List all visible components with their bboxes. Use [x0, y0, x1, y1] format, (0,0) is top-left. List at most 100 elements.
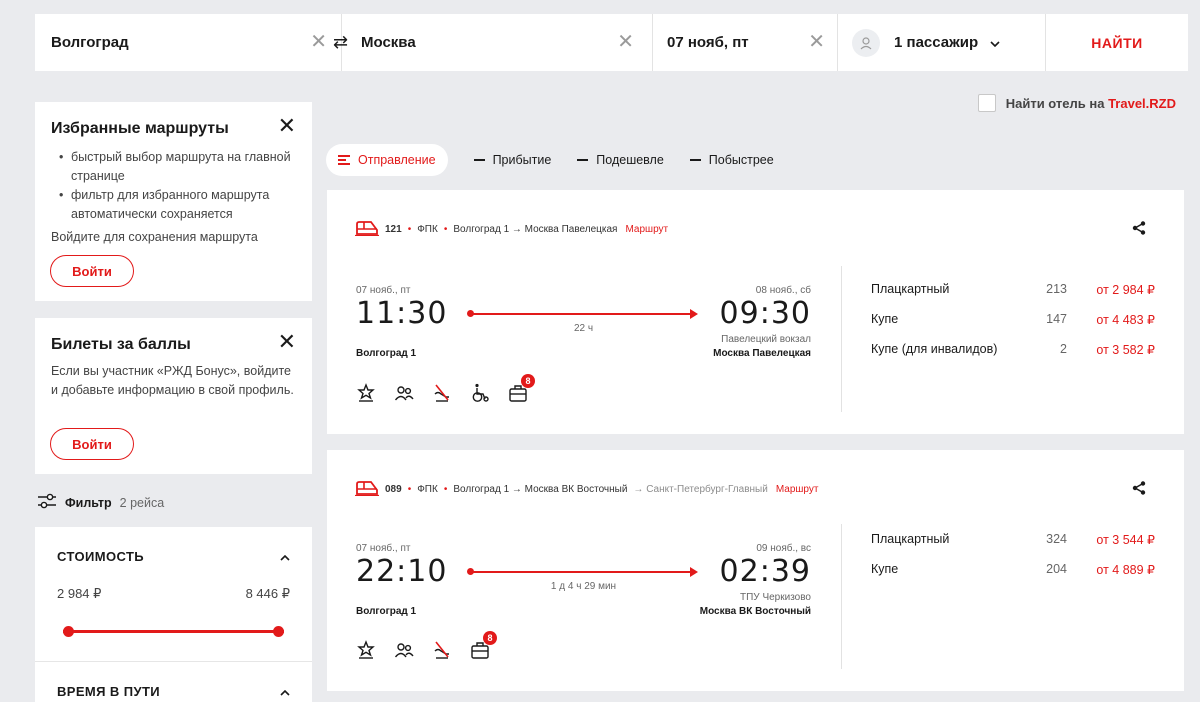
- date-field[interactable]: 07 нояб, пт ✕: [653, 14, 838, 71]
- fare-row[interactable]: Купе 147 от 4 483 ₽: [871, 304, 1155, 334]
- slider-max-handle[interactable]: [273, 626, 284, 637]
- luggage-icon[interactable]: 8: [470, 631, 497, 665]
- divider: [841, 524, 842, 669]
- passengers-value: 1 пассажир: [894, 34, 979, 51]
- no-pets-icon[interactable]: [432, 640, 452, 665]
- clear-date-icon[interactable]: ✕: [808, 32, 825, 52]
- route-line: [467, 567, 698, 577]
- train-icon: [355, 480, 379, 499]
- separator-dot: •: [443, 224, 448, 235]
- arrival-date: 08 нояб., сб: [755, 285, 811, 296]
- people-icon[interactable]: [394, 640, 414, 665]
- price-range: 2 984 ₽ 8 446 ₽: [57, 586, 290, 602]
- from-value: Волгоград: [51, 34, 129, 51]
- luggage-icon[interactable]: 8: [508, 374, 535, 408]
- train-via: → Санкт-Петербург-Главный: [633, 484, 768, 495]
- chevron-down-icon: [990, 36, 1000, 50]
- train-route: Волгоград 1 → Москва ВК Восточный: [453, 484, 628, 495]
- fare-row[interactable]: Плацкартный 324 от 3 544 ₽: [871, 524, 1155, 554]
- price-slider[interactable]: [63, 626, 284, 637]
- login-button[interactable]: Войти: [50, 428, 134, 460]
- hotel-checkbox[interactable]: [977, 94, 996, 112]
- luggage-badge: 8: [483, 631, 497, 645]
- train-icon: [355, 220, 379, 239]
- share-icon[interactable]: [1132, 221, 1146, 240]
- fare-price: от 4 483 ₽: [1096, 312, 1155, 327]
- cost-filter-header[interactable]: СТОИМОСТЬ: [57, 549, 290, 564]
- clear-from-icon[interactable]: ✕: [310, 32, 327, 52]
- fare-price: от 3 544 ₽: [1096, 532, 1155, 547]
- fare-class: Плацкартный: [871, 282, 950, 296]
- train-card: 121 • ФПК • Волгоград 1 → Москва Павелец…: [327, 190, 1184, 434]
- login-button[interactable]: Войти: [50, 255, 134, 287]
- to-value: Москва: [361, 34, 416, 51]
- bonus-text: Если вы участник «РЖД Бонус», войдите и …: [51, 364, 294, 397]
- price-max: 8 446 ₽: [245, 586, 290, 601]
- hotel-option[interactable]: Найти отель на Travel.RZD: [977, 94, 1176, 112]
- travel-duration: 22 ч: [573, 323, 594, 334]
- sort-faster[interactable]: Побыстрее: [689, 153, 774, 167]
- arrival-date: 09 нояб., вс: [756, 543, 811, 554]
- sort-departure[interactable]: Отправление: [326, 144, 448, 176]
- hotel-brand: Travel.RZD: [1108, 95, 1176, 111]
- duration-filter-title: ВРЕМЯ В ПУТИ: [57, 684, 161, 699]
- amenities: 8: [356, 374, 535, 408]
- search-bar: Волгоград ✕ ⇄ Москва ✕ 07 нояб, пт ✕ 1 п…: [35, 14, 1188, 71]
- train-route: Волгоград 1 → Москва Павелецкая: [453, 224, 618, 235]
- arrival-terminal: ТПУ Черкизово: [740, 592, 811, 603]
- fare-list: Плацкартный 213 от 2 984 ₽ Купе 147 от 4 483…: [871, 274, 1155, 364]
- train-number: 089: [385, 484, 402, 495]
- sort-label: Прибытие: [492, 153, 552, 167]
- bonus-card: Билеты за баллы ✕ Если вы участник «РЖД …: [35, 318, 312, 474]
- sort-label: Отправление: [358, 153, 436, 167]
- train-carrier: ФПК: [417, 224, 438, 235]
- filter-label: Фильтр: [65, 495, 112, 510]
- star-icon[interactable]: [356, 383, 376, 408]
- price-min: 2 984 ₽: [57, 586, 102, 601]
- no-pets-icon[interactable]: [432, 383, 452, 408]
- passengers-dropdown[interactable]: 1 пассажир: [838, 14, 1046, 71]
- train-header: 121 • ФПК • Волгоград 1 → Москва Павелец…: [355, 220, 668, 239]
- arrival-station: Москва Павелецкая: [713, 348, 811, 359]
- close-icon[interactable]: ✕: [278, 331, 296, 353]
- route-link[interactable]: Маршрут: [776, 484, 819, 495]
- route-link[interactable]: Маршрут: [625, 224, 668, 235]
- filter-count: 2 рейса: [119, 495, 165, 510]
- fare-row[interactable]: Плацкартный 213 от 2 984 ₽: [871, 274, 1155, 304]
- slider-min-handle[interactable]: [63, 626, 74, 637]
- to-field[interactable]: Москва ✕: [342, 14, 653, 71]
- sort-cheaper[interactable]: Подешевле: [577, 153, 664, 167]
- fare-price: от 3 582 ₽: [1096, 342, 1155, 357]
- departure-date: 07 нояб., пт: [356, 543, 411, 554]
- share-icon[interactable]: [1132, 481, 1146, 500]
- separator-dot: •: [443, 484, 448, 495]
- fare-class: Купе: [871, 562, 899, 576]
- filter-icon: [37, 493, 57, 512]
- fare-price: от 2 984 ₽: [1096, 282, 1155, 297]
- clear-to-icon[interactable]: ✕: [617, 32, 634, 52]
- close-icon[interactable]: ✕: [278, 115, 296, 137]
- fare-seats: 2: [1060, 342, 1067, 356]
- fare-row[interactable]: Купе (для инвалидов) 2 от 3 582 ₽: [871, 334, 1155, 364]
- favorites-title: Избранные маршруты: [51, 120, 229, 137]
- sort-label: Подешевле: [596, 153, 664, 167]
- fare-price: от 4 889 ₽: [1096, 562, 1155, 577]
- filter-toggle[interactable]: Фильтр 2 рейса: [37, 493, 164, 512]
- departure-date: 07 нояб., пт: [356, 285, 411, 296]
- arrival-time: 09:30: [719, 296, 811, 331]
- people-icon[interactable]: [394, 383, 414, 408]
- duration-filter-header[interactable]: ВРЕМЯ В ПУТИ: [57, 684, 290, 699]
- wheelchair-icon[interactable]: [470, 383, 490, 408]
- passenger-icon: [852, 28, 880, 57]
- from-field[interactable]: Волгоград ✕ ⇄: [35, 14, 348, 71]
- sort-bar: Отправление Прибытие Подешевле Побыстрее: [326, 144, 774, 176]
- fare-row[interactable]: Купе 204 от 4 889 ₽: [871, 554, 1155, 584]
- sort-arrival[interactable]: Прибытие: [473, 153, 552, 167]
- dash-icon: [473, 159, 485, 161]
- departure-station: Волгоград 1: [356, 348, 417, 359]
- fare-seats: 204: [1046, 562, 1067, 576]
- fare-seats: 324: [1046, 532, 1067, 546]
- find-button[interactable]: НАЙТИ: [1046, 14, 1188, 71]
- chevron-up-icon: [280, 549, 290, 564]
- star-icon[interactable]: [356, 640, 376, 665]
